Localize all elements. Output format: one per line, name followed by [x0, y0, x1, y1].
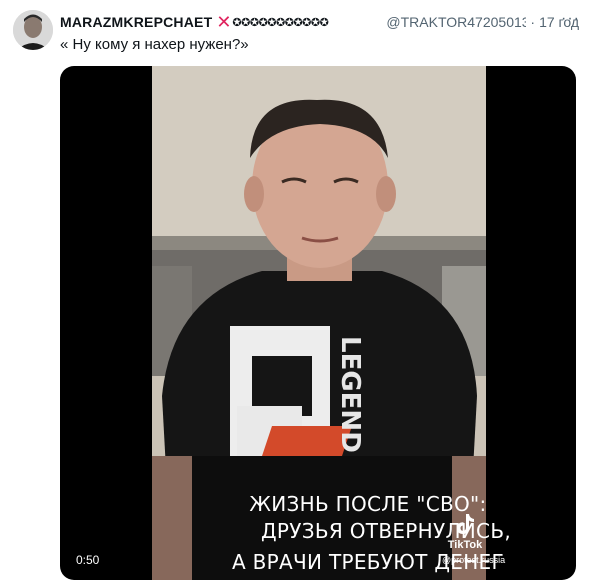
video-player[interactable]: LEGEND ЖИЗНЬ ПОСЛЕ "СВО": ДРУЗЬЯ ОТВЕРНУ…	[60, 66, 576, 580]
tweet-header: MARAZMKREPCHAET ✕ ✪✪✪✪✪✪✪✪✪✪✪ @TRAKTOR47…	[60, 10, 580, 32]
red-x-icon: ✕	[216, 12, 232, 32]
shirt-print-text: LEGEND	[335, 336, 365, 453]
display-name[interactable]: MARAZMKREPCHAET	[60, 14, 212, 30]
tiktok-watermark: TikTok	[440, 512, 490, 551]
tweet-text: « Ну кому я нахер нужен?»	[60, 36, 249, 53]
decorative-symbols: ✪✪✪✪✪✪✪✪✪✪✪	[232, 15, 329, 29]
user-handle[interactable]: @TRAKTOR47205013	[386, 14, 526, 30]
more-options-icon[interactable]: ···	[561, 10, 580, 28]
video-caption-line-2: ДРУЗЬЯ ОТВЕРНУЛИСЬ,	[260, 519, 512, 543]
tiktok-username: @protest.russia	[442, 555, 506, 565]
tiktok-brand: TikTok	[447, 539, 483, 551]
video-caption-line-3: А ВРАЧИ ТРЕБУЮТ ДЕНЕГ	[232, 550, 504, 574]
video-duration: 0:50	[76, 553, 100, 567]
avatar[interactable]	[13, 10, 53, 50]
tiktok-logo-icon	[457, 514, 474, 534]
separator-dot: ·	[530, 14, 536, 30]
video-caption-line-1: ЖИЗНЬ ПОСЛЕ "СВО":	[249, 492, 487, 516]
avatar-image	[13, 10, 53, 50]
